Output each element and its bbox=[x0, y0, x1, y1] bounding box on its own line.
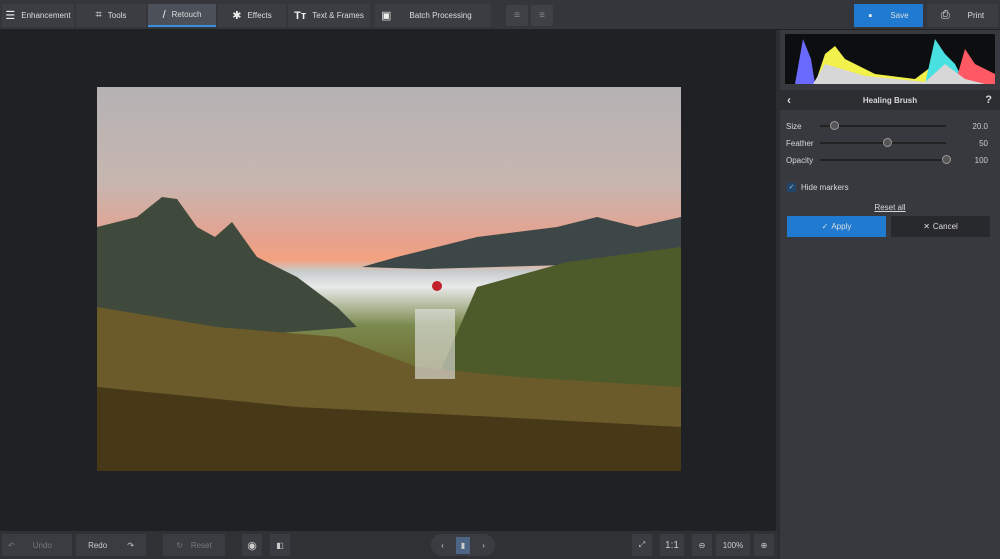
fit-icon: ⤢ bbox=[638, 540, 646, 549]
help-button[interactable]: ? bbox=[985, 94, 992, 106]
landscape-image bbox=[97, 197, 681, 471]
navigation-group: ‹ ▮ › bbox=[431, 534, 495, 556]
bottom-toolbar: ↶ Undo Redo ↷ ↻ Reset ◉ ◧ ‹ ▮ › ⤢ 1:1 ⊖ 100… bbox=[0, 531, 778, 559]
close-icon: ✕ bbox=[923, 222, 930, 231]
tab-tools[interactable]: ⌗ Tools bbox=[76, 4, 146, 27]
crop-icon: ⌗ bbox=[95, 9, 102, 21]
fit-screen-button[interactable]: ⤢ bbox=[632, 534, 652, 556]
tab-text-frames[interactable]: Tт Text & Frames bbox=[288, 4, 370, 27]
histogram-graph bbox=[795, 39, 995, 84]
undo-icon: ↶ bbox=[8, 540, 15, 550]
histogram bbox=[785, 34, 995, 84]
zoom-out-button[interactable]: ⊖ bbox=[692, 534, 712, 556]
zoom-level[interactable]: 100% bbox=[716, 534, 750, 556]
reset-button[interactable]: ↻ Reset bbox=[163, 534, 225, 556]
text-icon: Tт bbox=[294, 9, 307, 22]
queue-add-button[interactable]: ≡ bbox=[506, 5, 528, 26]
feather-slider[interactable]: Feather 50 bbox=[786, 137, 988, 149]
folder-icon: ▮ bbox=[460, 540, 466, 550]
compare-icon: ◧ bbox=[276, 540, 284, 550]
minus-circle-icon: ⊖ bbox=[698, 540, 706, 550]
images-icon: ▣ bbox=[381, 10, 392, 22]
print-button[interactable]: ⎙ Print bbox=[927, 4, 998, 27]
brush-icon: / bbox=[162, 8, 166, 21]
list-plus-icon: ≡ bbox=[514, 10, 520, 21]
tab-enhancement[interactable]: ☰ Enhancement bbox=[2, 4, 74, 27]
panel-header: ‹ Healing Brush ? bbox=[780, 90, 1000, 110]
queue-settings-button[interactable]: ≡ bbox=[531, 5, 553, 26]
redo-button[interactable]: Redo ↷ bbox=[76, 534, 146, 556]
hide-markers-checkbox[interactable]: ✓ Hide markers bbox=[787, 183, 849, 192]
reset-icon: ↻ bbox=[176, 540, 183, 550]
zoom-in-button[interactable]: ⊕ bbox=[754, 534, 774, 556]
plus-circle-icon: ⊕ bbox=[760, 540, 768, 550]
save-button[interactable]: ▪ Save bbox=[854, 4, 923, 27]
checkmark-icon: ✓ bbox=[787, 183, 796, 192]
opacity-slider[interactable]: Opacity 100 bbox=[786, 154, 988, 166]
apply-button[interactable]: ✓ Apply bbox=[787, 216, 886, 237]
save-icon: ▪ bbox=[868, 9, 873, 22]
top-toolbar: ☰ Enhancement ⌗ Tools / Retouch ✱ Effects Tт… bbox=[0, 0, 1000, 30]
right-panel: ‹ Healing Brush ? Size 20.0 Feather 50 Opa… bbox=[780, 30, 1000, 559]
list-gear-icon: ≡ bbox=[539, 10, 545, 21]
compare-button[interactable]: ◧ bbox=[270, 534, 290, 556]
cancel-button[interactable]: ✕ Cancel bbox=[891, 216, 990, 237]
check-icon: ✓ bbox=[821, 222, 829, 231]
magic-wand-icon: ✱ bbox=[232, 10, 242, 22]
photo[interactable] bbox=[97, 87, 681, 471]
feather-knob[interactable] bbox=[883, 138, 892, 147]
tab-effects[interactable]: ✱ Effects bbox=[218, 4, 286, 27]
sliders-icon: ☰ bbox=[5, 10, 16, 22]
panel-title: Healing Brush bbox=[862, 96, 918, 105]
size-slider[interactable]: Size 20.0 bbox=[786, 120, 988, 132]
printer-icon: ⎙ bbox=[940, 9, 950, 21]
prev-image-button[interactable]: ‹ bbox=[441, 541, 444, 550]
redo-icon: ↷ bbox=[127, 540, 134, 550]
next-image-button[interactable]: › bbox=[482, 541, 485, 550]
tab-retouch[interactable]: / Retouch bbox=[148, 4, 216, 27]
size-knob[interactable] bbox=[830, 121, 839, 130]
eye-icon: ◉ bbox=[247, 539, 257, 552]
opacity-knob[interactable] bbox=[942, 155, 951, 164]
reset-all-link[interactable]: Reset all bbox=[780, 203, 1000, 212]
file-browser-button[interactable]: ▮ bbox=[455, 536, 471, 554]
preview-eye-button[interactable]: ◉ bbox=[242, 534, 262, 556]
batch-processing-button[interactable]: ▣ Batch Processing bbox=[375, 4, 491, 27]
undo-button[interactable]: ↶ Undo bbox=[2, 534, 72, 556]
actual-size-button[interactable]: 1:1 bbox=[660, 534, 684, 556]
